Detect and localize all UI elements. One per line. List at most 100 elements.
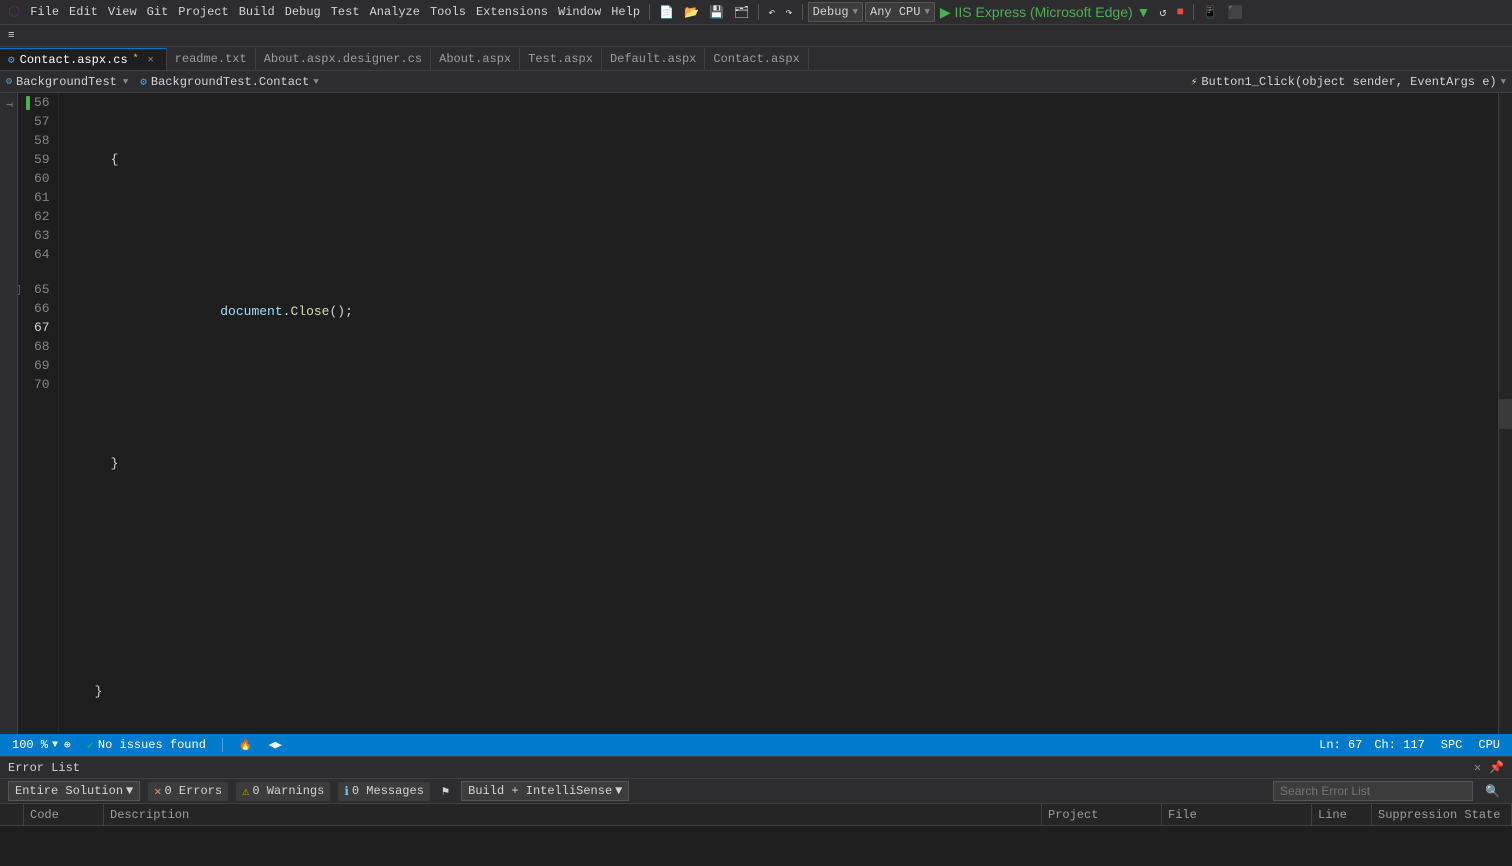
tab-about-aspx[interactable]: About.aspx: [431, 48, 520, 70]
editor-content[interactable]: 56 57 58 59 60 61 62 63 64: [18, 93, 1512, 734]
line-63: 63: [34, 226, 50, 245]
error-search-input[interactable]: [1273, 781, 1473, 801]
breakpoints-icon[interactable]: ⬛: [1224, 3, 1247, 22]
line-68: 68: [34, 337, 50, 356]
info-icon: ℹ: [344, 784, 349, 799]
gutter-67[interactable]: [22, 318, 34, 337]
gutter-56[interactable]: [22, 93, 34, 112]
filter-btn[interactable]: ⚑: [438, 782, 453, 801]
tabs-bar: ⚙ Contact.aspx.cs * ✕ readme.txt About.a…: [0, 47, 1512, 71]
filter-dropdown[interactable]: Entire Solution ▼: [8, 781, 140, 801]
build-filter-arrow: ▼: [615, 784, 622, 798]
ln-ch-item[interactable]: Ln: 67 Ch: 117: [1315, 734, 1429, 756]
open-icon[interactable]: 📂: [680, 3, 703, 22]
menu-edit[interactable]: Edit: [65, 3, 102, 21]
line-66: 66: [34, 299, 50, 318]
collapse-65[interactable]: −: [18, 285, 20, 295]
debug-dropdown-arrow: ▼: [853, 7, 858, 17]
save-all-icon[interactable]: 🗂: [730, 3, 753, 22]
col-file-header[interactable]: File: [1162, 804, 1312, 826]
col-code-header[interactable]: Code: [24, 804, 104, 826]
menu-project[interactable]: Project: [174, 3, 232, 21]
build-filter-dropdown[interactable]: Build + IntelliSense ▼: [461, 781, 629, 801]
spc-item[interactable]: SPC: [1437, 734, 1467, 756]
toolbar-sep-3: [802, 4, 803, 20]
menu-view[interactable]: View: [104, 3, 141, 21]
save-icon[interactable]: 💾: [705, 3, 728, 22]
menu-analyze[interactable]: Analyze: [366, 3, 424, 21]
sidebar-toolbox-icon[interactable]: T: [1, 97, 17, 113]
zoom-item[interactable]: 100 % ▼ ⊕: [8, 734, 75, 756]
col-desc-header[interactable]: Description: [104, 804, 1042, 826]
col-project-label: Project: [1048, 808, 1098, 822]
tab-icon: ⚙: [8, 53, 15, 67]
tab-test-aspx[interactable]: Test.aspx: [520, 48, 602, 70]
tab-about-designer[interactable]: About.aspx.designer.cs: [256, 48, 431, 70]
menu-extensions[interactable]: Extensions: [472, 3, 552, 21]
toolbar-sep-2: [758, 4, 759, 20]
undo-btn[interactable]: ↶: [764, 3, 779, 22]
debug-label: Debug: [813, 5, 849, 19]
issues-item[interactable]: ✓ No issues found: [83, 734, 210, 756]
class-dropdown-center[interactable]: ⚙ BackgroundTest.Contact ▼: [134, 75, 1112, 89]
zoom-fit-icon[interactable]: ⊕: [64, 738, 71, 752]
menu-file[interactable]: File: [26, 3, 63, 21]
stop-icon[interactable]: ■: [1173, 3, 1188, 21]
method-dropdown[interactable]: ⚡ Button1_Click(object sender, EventArgs…: [1112, 75, 1512, 89]
code-line-57: [63, 226, 1494, 245]
run-button[interactable]: ▶ IIS Express (Microsoft Edge) ▼: [937, 4, 1154, 21]
line-62: 62: [34, 207, 50, 226]
code-text[interactable]: { document.Close(); }: [59, 93, 1498, 734]
vs-logo[interactable]: ⬡: [4, 2, 24, 23]
tab-close-btn[interactable]: ✕: [144, 53, 158, 67]
menu-help[interactable]: Help: [607, 3, 644, 21]
col-type-header[interactable]: [0, 804, 24, 826]
menu-test[interactable]: Test: [327, 3, 364, 21]
tab-label-contact-aspx: Contact.aspx: [713, 52, 799, 66]
search-go-btn[interactable]: 🔍: [1481, 782, 1504, 801]
device-icon[interactable]: 📱: [1199, 3, 1222, 22]
tab-label-default-aspx: Default.aspx: [610, 52, 696, 66]
menu-debug[interactable]: Debug: [281, 3, 325, 21]
minimap: [1498, 93, 1512, 734]
pin-icon[interactable]: 📌: [1489, 760, 1504, 775]
col-file-label: File: [1168, 808, 1197, 822]
menu-window[interactable]: Window: [554, 3, 605, 21]
fire-icon-item[interactable]: 🔥: [235, 734, 257, 756]
run-label: ▶ IIS Express (Microsoft Edge) ▼: [940, 4, 1151, 20]
warnings-badge[interactable]: ⚠ 0 Warnings: [236, 782, 330, 801]
redo-btn[interactable]: ↷: [781, 3, 796, 22]
tab-label: Contact.aspx.cs: [20, 53, 128, 67]
col-line-header[interactable]: Line: [1312, 804, 1372, 826]
class-icon: ⚙: [6, 76, 12, 88]
line-65: − 65: [34, 280, 50, 299]
toolbar-sep-1: [649, 4, 650, 20]
new-project-icon[interactable]: 📄: [655, 3, 678, 22]
cpu-dropdown[interactable]: Any CPU ▼: [865, 2, 935, 22]
code-line-56: {: [63, 150, 1494, 169]
brace-63: }: [95, 682, 103, 701]
menu-build[interactable]: Build: [235, 3, 279, 21]
tab-contact-aspx-cs[interactable]: ⚙ Contact.aspx.cs * ✕: [0, 48, 167, 70]
messages-badge[interactable]: ℹ 0 Messages: [338, 782, 430, 801]
col-project-header[interactable]: Project: [1042, 804, 1162, 826]
code-line-60: }: [63, 454, 1494, 473]
gutter-65[interactable]: −: [22, 280, 34, 299]
close-panel-icon[interactable]: ✕: [1474, 760, 1481, 775]
menu-tools[interactable]: Tools: [426, 3, 470, 21]
menu-git[interactable]: Git: [143, 3, 173, 21]
tab-readme[interactable]: readme.txt: [167, 48, 256, 70]
col-suppress-header[interactable]: Suppression State: [1372, 804, 1512, 826]
debug-dropdown[interactable]: Debug ▼: [808, 2, 863, 22]
restart-icon[interactable]: ↺: [1155, 3, 1170, 22]
tab-contact-aspx[interactable]: Contact.aspx: [705, 48, 808, 70]
class-dropdown[interactable]: ⚙ BackgroundTest ▼: [0, 71, 134, 93]
tab-default-aspx[interactable]: Default.aspx: [602, 48, 705, 70]
cpu-item[interactable]: CPU: [1474, 734, 1504, 756]
line-60: 60: [34, 169, 50, 188]
solution-explorer-icon[interactable]: ≡: [4, 28, 19, 44]
errors-badge[interactable]: ✕ 0 Errors: [148, 782, 228, 801]
build-filter-label: Build + IntelliSense: [468, 784, 612, 798]
class-dropdown-icon: ⚙: [140, 75, 147, 89]
arrow-item[interactable]: ◀▶: [265, 734, 286, 756]
